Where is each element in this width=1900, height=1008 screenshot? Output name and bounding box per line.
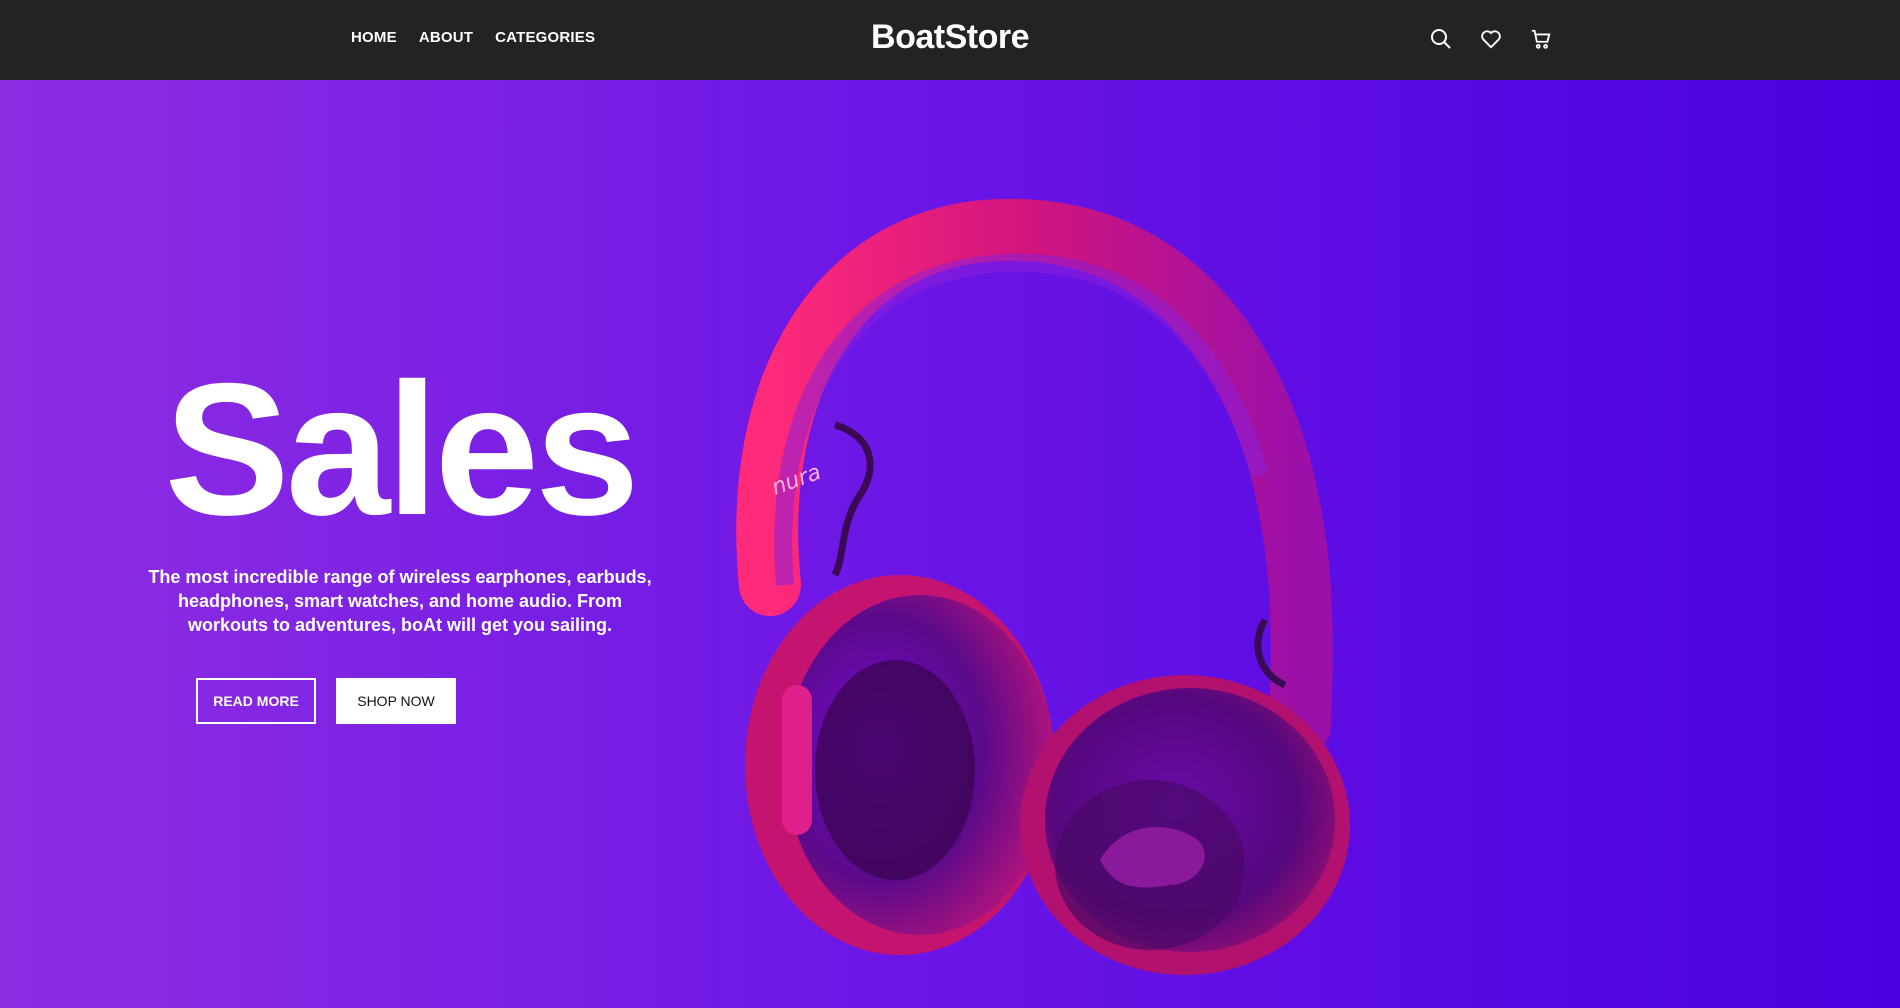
brand-logo: BoatStore [0,18,1900,57]
brand-name[interactable]: BoatStore [871,18,1029,56]
shop-now-button[interactable]: SHOP NOW [336,678,456,724]
top-navbar: HOME ABOUT CATEGORIES BoatStore [0,0,1900,80]
nav-home-link[interactable]: HOME [351,29,397,46]
nav-categories-link[interactable]: CATEGORIES [495,29,595,46]
nav-about-link[interactable]: ABOUT [419,29,473,46]
search-icon[interactable] [1428,24,1454,54]
heart-icon[interactable] [1478,24,1504,54]
headphones-product-image: nura [736,198,1350,975]
hero-banner: Sales The most incredible range of wirel… [0,80,1900,1008]
cart-icon[interactable] [1528,24,1554,54]
header-icons [1428,24,1554,54]
hero-title: Sales [164,344,639,554]
hero-description: The most incredible range of wireless ea… [148,567,652,635]
main-nav: HOME ABOUT CATEGORIES [351,29,617,46]
read-more-button[interactable]: READ MORE [196,678,316,724]
